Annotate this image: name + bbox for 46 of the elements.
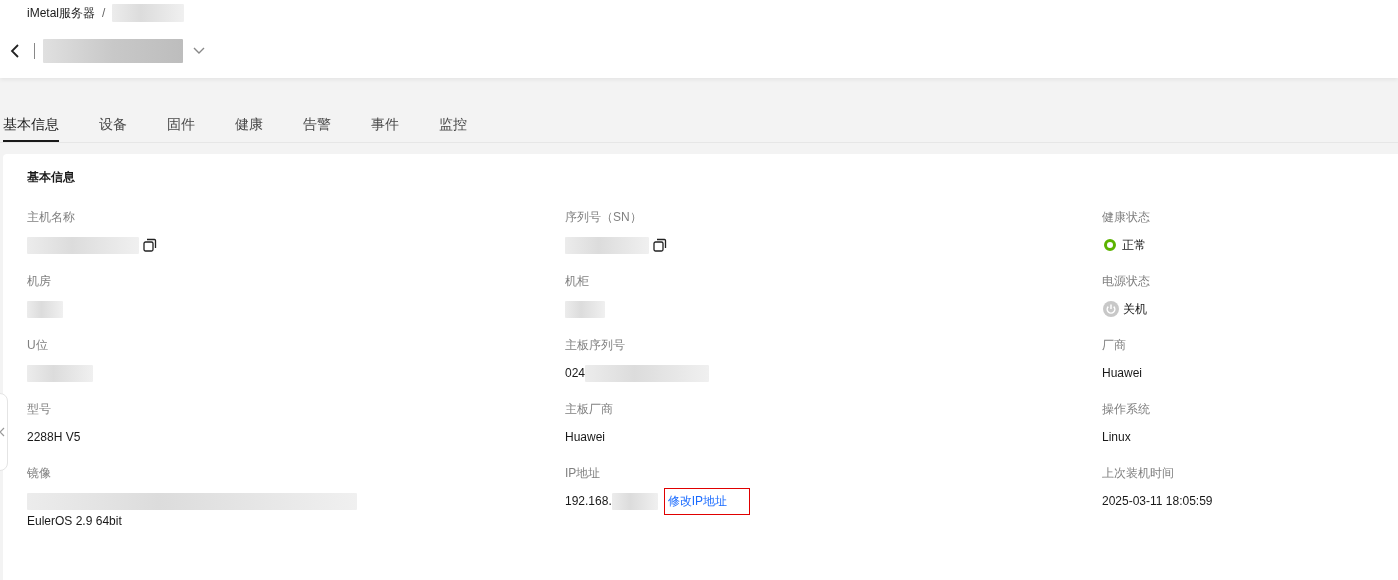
field-value: Linux — [1102, 430, 1131, 444]
field-label: 操作系统 — [1102, 401, 1151, 417]
field-label: 上次装机时间 — [1102, 465, 1175, 481]
tab[interactable]: 基本信息 — [3, 116, 59, 142]
field-label: 健康状态 — [1102, 209, 1151, 225]
breadcrumb-link[interactable]: iMetal服务器 — [27, 4, 95, 22]
edit-ip-link[interactable]: 修改IP地址 — [663, 487, 751, 515]
chevron-down-icon[interactable] — [193, 47, 205, 55]
field-label: 主板厂商 — [565, 401, 614, 417]
tab[interactable]: 健康 — [235, 116, 263, 142]
field-value: 2025-03-11 18:05:59 — [1102, 494, 1213, 508]
redacted-text — [565, 300, 605, 318]
field-label: 厂商 — [1102, 337, 1127, 353]
field-label: 机房 — [27, 273, 52, 289]
field-value: Huawei — [565, 430, 606, 444]
redacted-text — [27, 364, 93, 382]
field-value: 正常 — [1122, 236, 1146, 254]
tab[interactable]: 固件 — [167, 116, 195, 142]
copy-icon[interactable] — [143, 238, 157, 252]
section-title: 基本信息 — [27, 169, 76, 186]
field-label: 型号 — [27, 401, 52, 417]
tab[interactable]: 事件 — [371, 116, 399, 142]
field-label: 机柜 — [565, 273, 590, 289]
redacted-text — [611, 492, 658, 510]
field-label: U位 — [27, 337, 49, 353]
field-label: 主机名称 — [27, 209, 76, 225]
field-label: IP地址 — [565, 465, 602, 481]
field-label: 主板序列号 — [565, 337, 626, 353]
breadcrumb-separator: / — [102, 6, 106, 20]
field-value: EulerOS 2.9 64bit — [27, 514, 122, 528]
field-value: 2288H V5 — [27, 430, 81, 444]
redacted-text — [27, 300, 63, 318]
tab[interactable]: 告警 — [303, 116, 331, 142]
field-value: Huawei — [1102, 366, 1143, 380]
field-value: 192.168. — [565, 494, 612, 508]
field-label: 镜像 — [27, 465, 52, 481]
back-icon[interactable] — [10, 44, 20, 58]
copy-icon[interactable] — [653, 238, 667, 252]
tab[interactable]: 设备 — [99, 116, 127, 142]
field-label: 序列号（SN） — [565, 209, 643, 225]
field-value: 关机 — [1123, 300, 1147, 318]
tab[interactable]: 监控 — [439, 116, 467, 142]
field-value: 024 — [565, 366, 586, 380]
status-ring-icon — [1104, 239, 1116, 251]
power-icon — [1103, 301, 1119, 317]
field-label: 电源状态 — [1102, 273, 1151, 289]
